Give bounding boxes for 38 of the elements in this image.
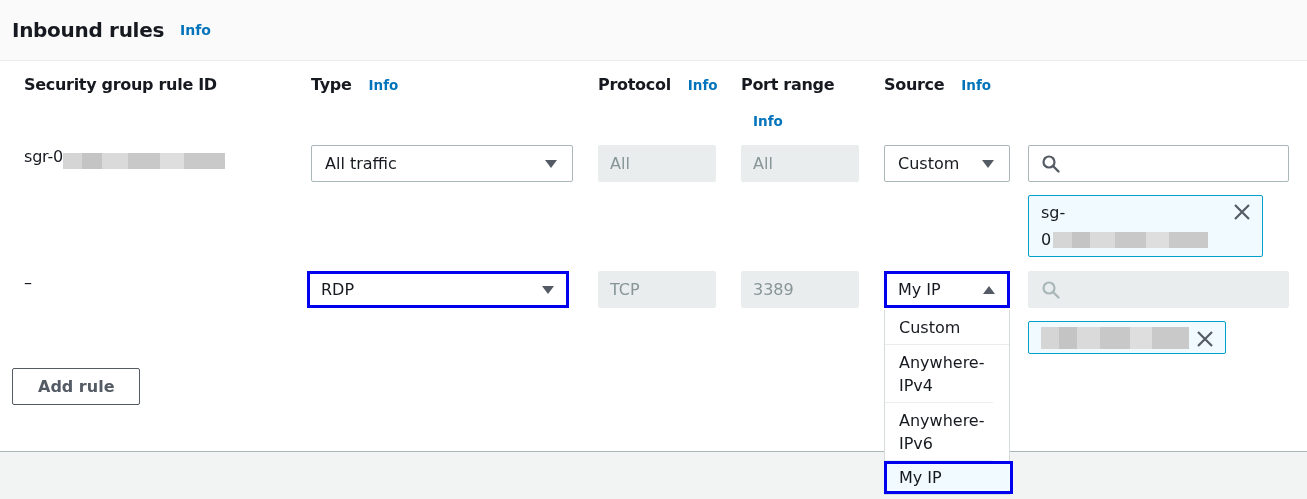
port-range-field: All <box>741 145 859 182</box>
source-select[interactable]: Custom <box>884 145 1010 182</box>
caret-icon <box>544 158 558 169</box>
info-link[interactable]: Info <box>368 77 399 93</box>
close-icon <box>1195 329 1215 349</box>
dropdown-option[interactable]: Anywhere-IPv4 <box>885 345 993 403</box>
close-icon <box>1232 202 1252 222</box>
search-icon <box>1041 153 1061 174</box>
caret-icon <box>981 158 995 169</box>
column-header: Source <box>884 75 945 94</box>
dropdown-option[interactable]: My IP <box>884 461 1013 494</box>
panel-title: Inbound rules <box>12 18 165 42</box>
column-header: Security group rule ID <box>24 75 217 94</box>
caret-icon <box>982 284 996 295</box>
rule-id: sgr-0 <box>24 147 63 166</box>
source-select[interactable]: My IP <box>884 271 1010 308</box>
search-icon <box>1041 279 1061 300</box>
remove-button[interactable] <box>1195 329 1215 349</box>
protocol-field: TCP <box>598 271 716 308</box>
type-select[interactable]: RDP <box>307 271 569 308</box>
token-text: 0 <box>1041 229 1052 251</box>
info-link[interactable]: Info <box>687 77 718 93</box>
caret-icon <box>541 284 555 295</box>
type-select[interactable]: All traffic <box>311 145 573 182</box>
add-rule-button[interactable]: Add rule <box>12 368 141 405</box>
rule-id: – <box>24 273 32 292</box>
info-link[interactable]: Info <box>961 77 992 93</box>
column-header: Type <box>311 75 352 94</box>
info-link[interactable]: Info <box>753 112 783 129</box>
dropdown-option[interactable]: Custom <box>885 310 1009 345</box>
search-field[interactable] <box>1028 145 1289 182</box>
protocol-field: All <box>598 145 716 182</box>
info-link[interactable]: Info <box>180 22 211 38</box>
column-header: Protocol <box>598 75 671 94</box>
token-text: sg- <box>1041 202 1066 224</box>
remove-button[interactable] <box>1232 202 1252 222</box>
column-header: Port range <box>741 75 835 94</box>
port-range-field: 3389 <box>741 271 859 308</box>
